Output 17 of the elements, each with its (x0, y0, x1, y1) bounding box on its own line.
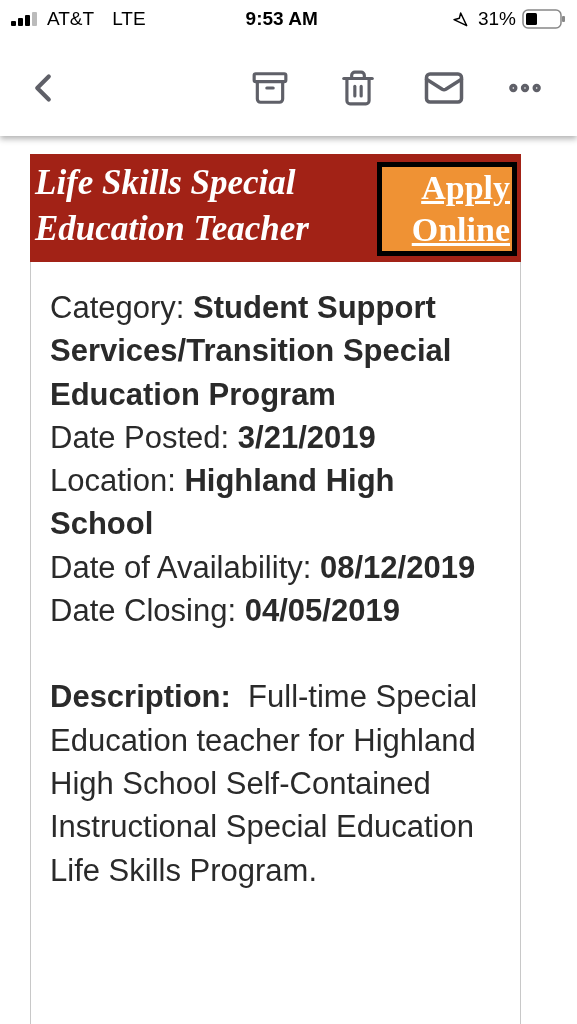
job-detail: Date Closing: 04/05/2019 (50, 592, 401, 631)
job-detail: Date of Availability: 08/12/2019 (50, 548, 477, 587)
carrier-name: AT&T (47, 6, 95, 31)
archive-icon[interactable] (251, 69, 289, 107)
job-detail: Date Posted: 3/21/2019 (50, 418, 377, 457)
signal-icon (11, 12, 39, 26)
battery-percent: 31% (477, 6, 516, 31)
clock-time: 9:53 AM (245, 6, 318, 31)
job-title: Life Skills Special Education Teacher (35, 162, 310, 250)
network-type: LTE (112, 6, 146, 31)
job-detail: Location: Highland High School (50, 462, 396, 544)
apply-online-link[interactable]: Apply Online (377, 162, 517, 256)
location-icon (451, 11, 468, 27)
trash-icon[interactable] (339, 69, 377, 107)
job-detail: Category: Student Support Services/Transition Special Education Program (50, 289, 453, 414)
job-description: Description: Full-time Special Education teacher for Highland High School Self-Contained Instructional Special Education Life Skills Program. (50, 678, 479, 890)
battery-icon (522, 9, 566, 29)
